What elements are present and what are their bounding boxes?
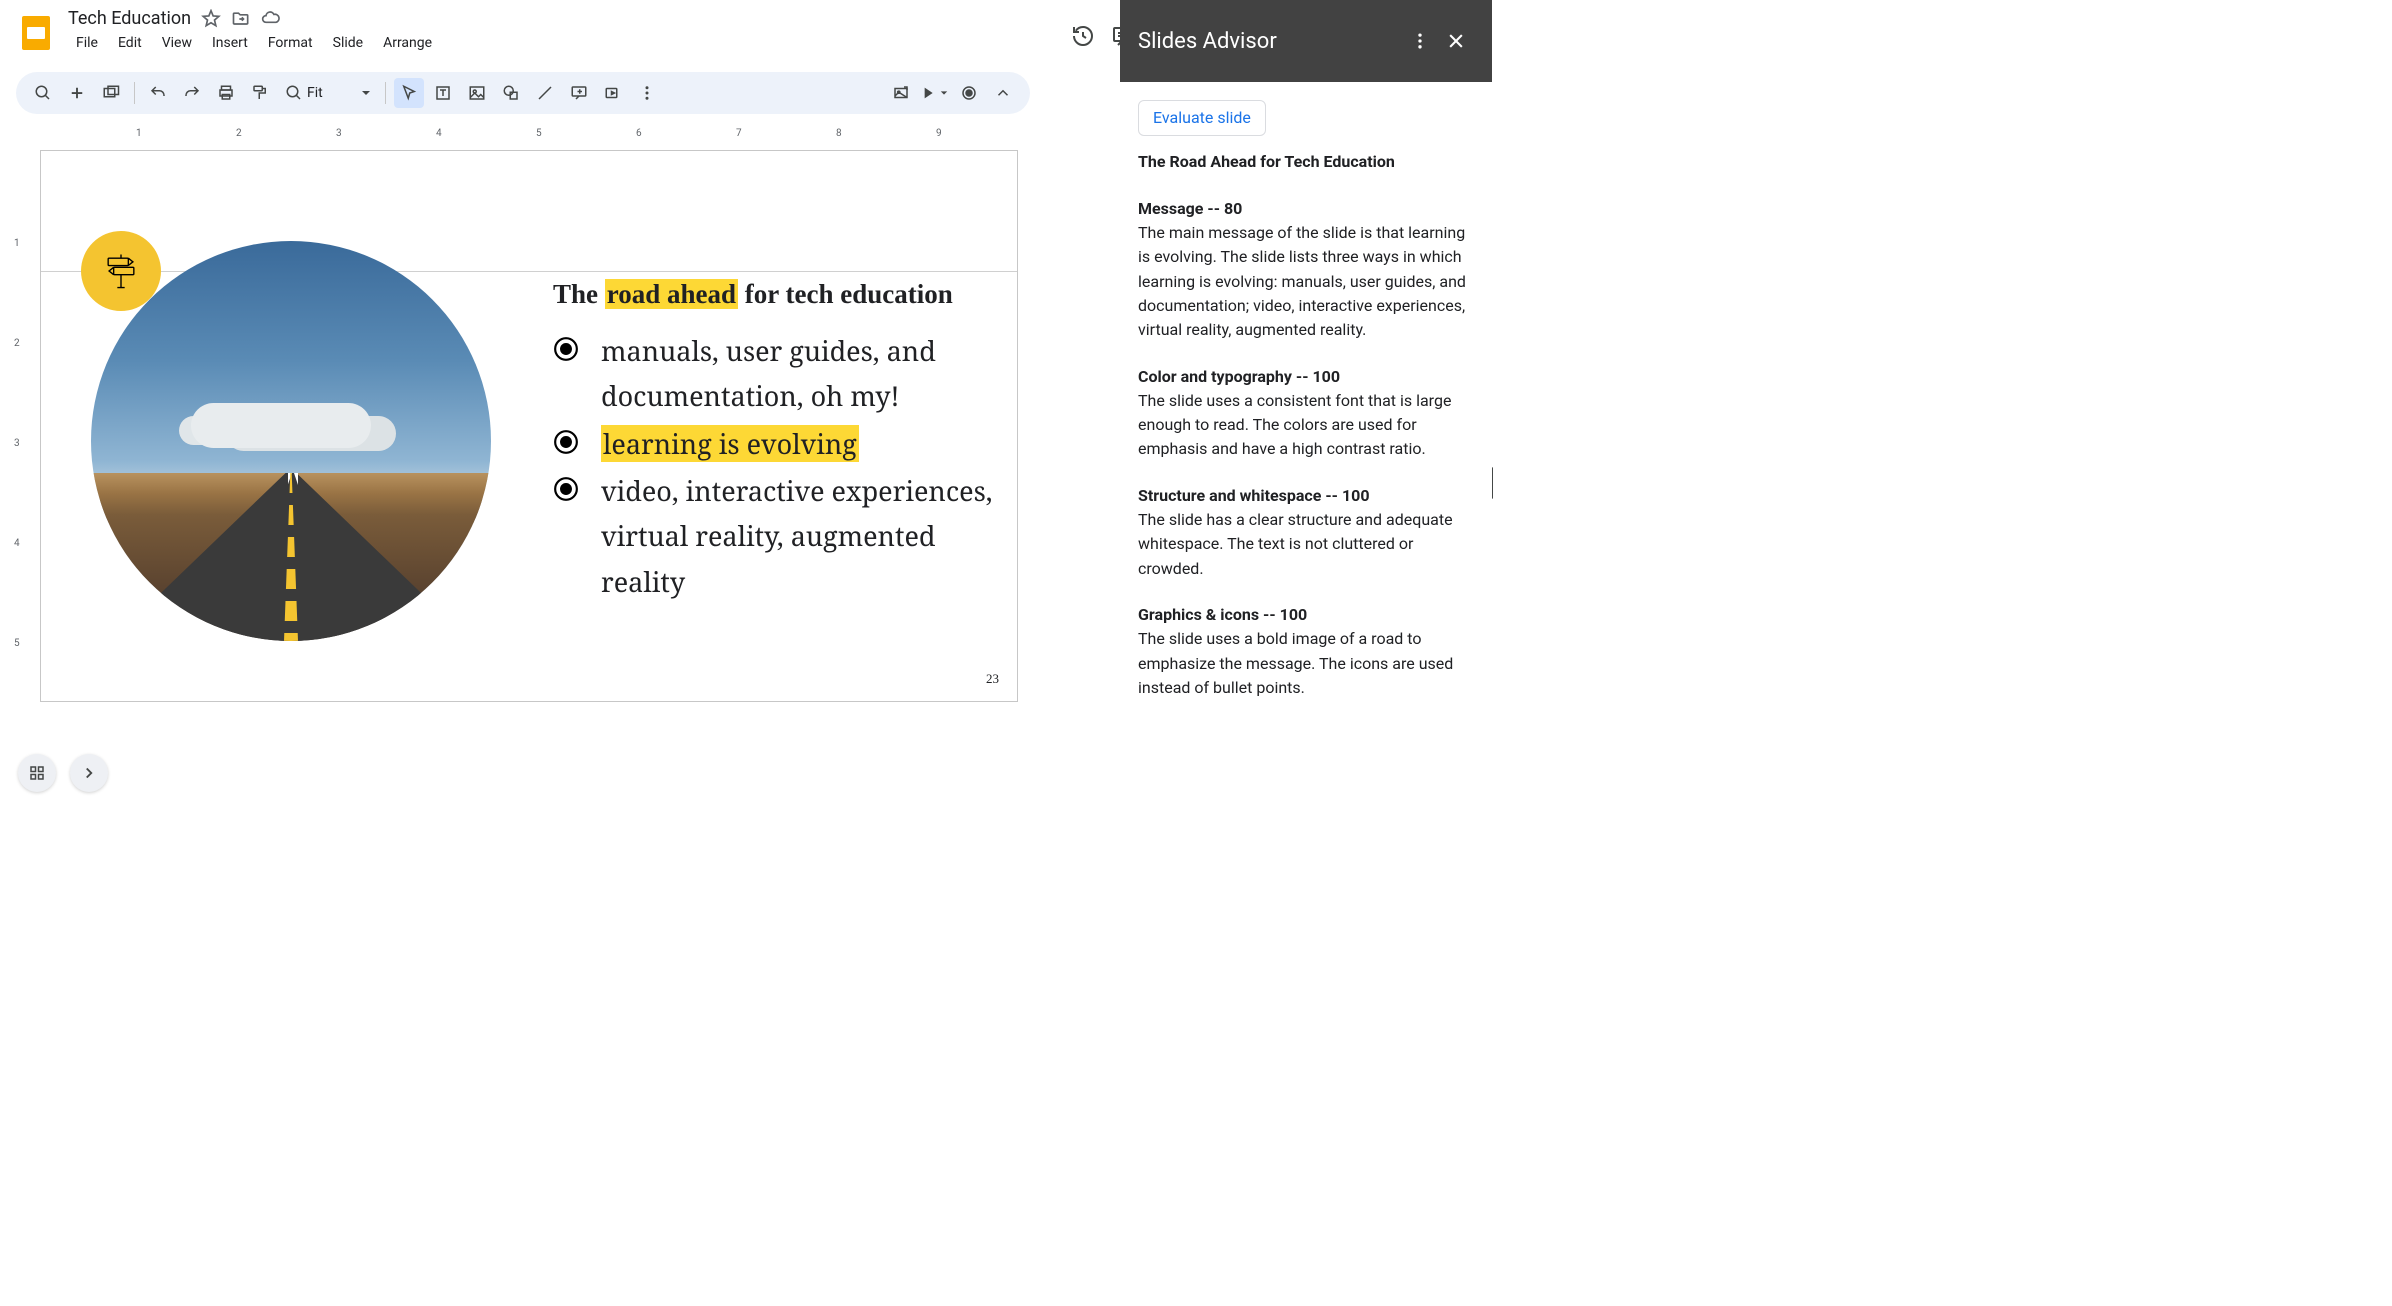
bullet-icon bbox=[553, 336, 579, 362]
bullet-text: video, interactive experiences, virtual … bbox=[601, 468, 997, 604]
advisor-title: Slides Advisor bbox=[1138, 29, 1402, 54]
image-icon[interactable] bbox=[462, 78, 492, 108]
advisor-section-body: The main message of the slide is that le… bbox=[1138, 221, 1474, 343]
zoom-control[interactable]: Fit bbox=[279, 84, 377, 102]
grid-view-button[interactable] bbox=[18, 754, 56, 792]
move-folder-icon[interactable] bbox=[231, 9, 251, 29]
bullet-icon bbox=[553, 429, 579, 455]
menu-file[interactable]: File bbox=[68, 31, 106, 55]
bullet-item: learning is evolving bbox=[553, 421, 997, 466]
bullet-text: learning is evolving bbox=[601, 421, 859, 466]
mask-image-icon[interactable] bbox=[886, 78, 916, 108]
advisor-section: Structure and whitespace -- 100The slide… bbox=[1138, 484, 1474, 581]
more-icon[interactable] bbox=[632, 78, 662, 108]
advisor-section-body: The slide uses a consistent font that is… bbox=[1138, 389, 1474, 462]
paint-format-icon[interactable] bbox=[245, 78, 275, 108]
video-icon[interactable] bbox=[598, 78, 628, 108]
comment-add-icon[interactable] bbox=[564, 78, 594, 108]
menu-insert[interactable]: Insert bbox=[204, 31, 256, 55]
bullet-item: video, interactive experiences, virtual … bbox=[553, 468, 997, 604]
history-icon[interactable] bbox=[1071, 24, 1095, 48]
menu-slide[interactable]: Slide bbox=[325, 31, 371, 55]
menu-bar: File Edit View Insert Format Slide Arran… bbox=[68, 31, 1071, 55]
print-icon[interactable] bbox=[211, 78, 241, 108]
menu-edit[interactable]: Edit bbox=[110, 31, 150, 55]
document-title[interactable]: Tech Education bbox=[68, 8, 191, 29]
undo-icon[interactable] bbox=[143, 78, 173, 108]
slides-advisor-panel: Slides Advisor Evaluate slide The Road A… bbox=[1120, 0, 1492, 808]
menu-view[interactable]: View bbox=[154, 31, 200, 55]
bullet-item: manuals, user guides, and documentation,… bbox=[553, 328, 997, 419]
slide-image[interactable] bbox=[91, 241, 491, 641]
advisor-section-heading: Message -- 80 bbox=[1138, 197, 1474, 221]
bullet-text: manuals, user guides, and documentation,… bbox=[601, 328, 997, 419]
advisor-section-heading: Graphics & icons -- 100 bbox=[1138, 603, 1474, 627]
advisor-section: Message -- 80The main message of the sli… bbox=[1138, 197, 1474, 343]
advisor-section-heading: Color and typography -- 100 bbox=[1138, 365, 1474, 389]
transition-icon[interactable] bbox=[920, 78, 950, 108]
slide-text-box[interactable]: The road ahead for tech education manual… bbox=[553, 279, 997, 606]
toolbar: Fit bbox=[16, 72, 1030, 114]
cloud-status-icon[interactable] bbox=[261, 9, 281, 29]
new-slide-icon[interactable] bbox=[62, 78, 92, 108]
bullet-icon bbox=[553, 476, 579, 502]
star-icon[interactable] bbox=[201, 9, 221, 29]
redo-icon[interactable] bbox=[177, 78, 207, 108]
advisor-menu-icon[interactable] bbox=[1402, 23, 1438, 59]
menu-arrange[interactable]: Arrange bbox=[375, 31, 440, 55]
evaluate-slide-button[interactable]: Evaluate slide bbox=[1138, 100, 1266, 136]
shape-icon[interactable] bbox=[496, 78, 526, 108]
signpost-icon bbox=[81, 231, 161, 311]
select-tool-icon[interactable] bbox=[394, 78, 424, 108]
new-with-layout-icon[interactable] bbox=[96, 78, 126, 108]
advisor-slide-title: The Road Ahead for Tech Education bbox=[1138, 150, 1474, 174]
next-slide-button[interactable] bbox=[70, 754, 108, 792]
advisor-section: Graphics & icons -- 100The slide uses a … bbox=[1138, 603, 1474, 700]
record-icon[interactable] bbox=[954, 78, 984, 108]
slide-canvas[interactable]: The road ahead for tech education manual… bbox=[40, 150, 1018, 702]
search-menus-icon[interactable] bbox=[28, 78, 58, 108]
page-number: 23 bbox=[986, 671, 999, 687]
slides-logo[interactable] bbox=[16, 12, 56, 52]
line-icon[interactable] bbox=[530, 78, 560, 108]
advisor-section-body: The slide uses a bold image of a road to… bbox=[1138, 627, 1474, 700]
advisor-section-body: The slide has a clear structure and adeq… bbox=[1138, 508, 1474, 581]
ruler-vertical: 1 2 3 4 5 bbox=[22, 150, 38, 808]
menu-format[interactable]: Format bbox=[260, 31, 321, 55]
advisor-section-heading: Structure and whitespace -- 100 bbox=[1138, 484, 1474, 508]
close-icon[interactable] bbox=[1438, 23, 1474, 59]
advisor-section: Color and typography -- 100The slide use… bbox=[1138, 365, 1474, 462]
textbox-icon[interactable] bbox=[428, 78, 458, 108]
collapse-toolbar-icon[interactable] bbox=[988, 78, 1018, 108]
slide-title: The road ahead for tech education bbox=[553, 279, 997, 310]
dropdown-icon bbox=[361, 88, 371, 98]
